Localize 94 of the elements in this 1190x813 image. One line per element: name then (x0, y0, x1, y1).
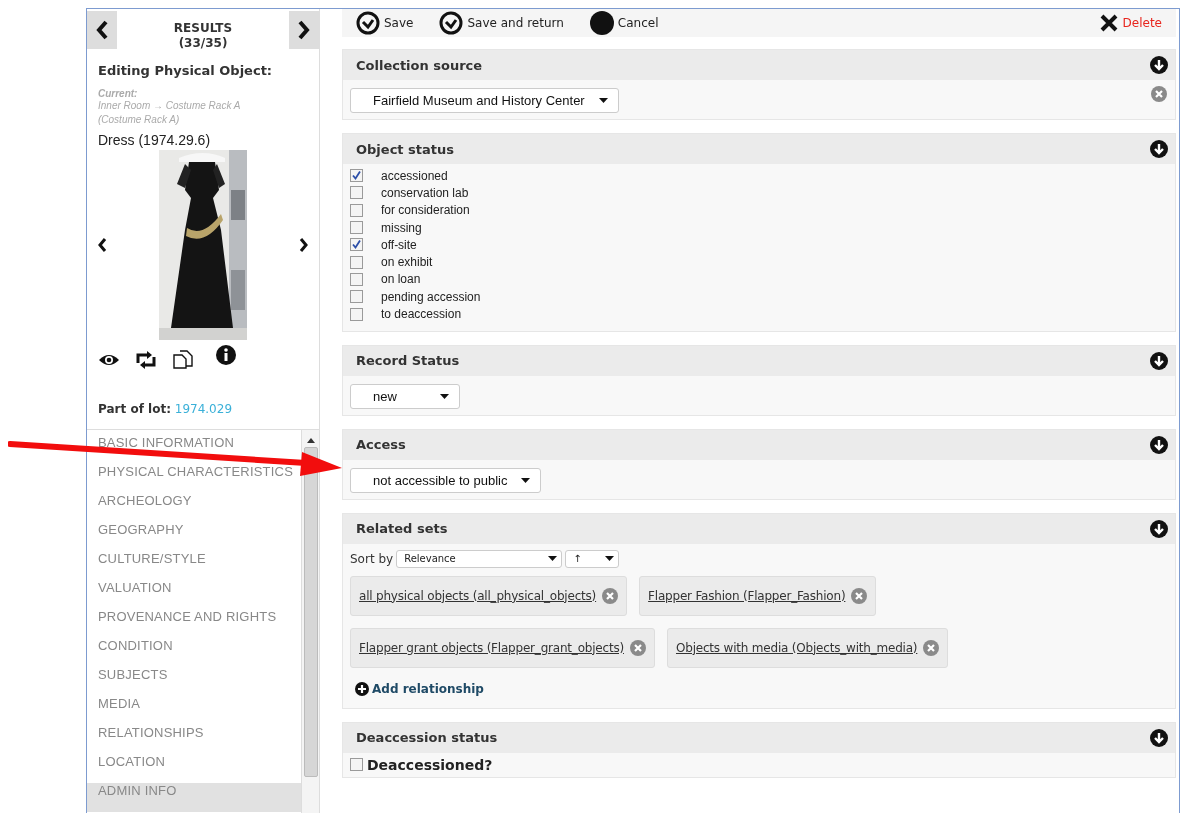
plus-circle-icon (355, 681, 369, 696)
option-label: for consideration (381, 203, 470, 218)
close-icon (1098, 13, 1119, 33)
remove-icon[interactable] (851, 587, 868, 604)
caret-icon (548, 556, 558, 562)
checkbox-label: Deaccessioned? (367, 756, 493, 773)
nav-item[interactable]: GEOGRAPHY (87, 522, 188, 551)
add-relationship-button[interactable]: Add relationship (355, 681, 484, 696)
nav-item[interactable]: VALUATION (87, 580, 176, 609)
caret-icon (440, 393, 449, 399)
checkbox[interactable] (350, 290, 363, 304)
set-link[interactable]: Flapper grant objects (Flapper_grant_objects) (359, 640, 624, 655)
caret-icon (598, 98, 608, 103)
chevron-left-icon[interactable] (98, 238, 107, 252)
cancel-button[interactable]: Cancel (589, 11, 659, 35)
nav-item[interactable]: ADMIN INFO (87, 783, 301, 812)
option-label: to deaccession (381, 307, 462, 321)
set-link[interactable]: Flapper Fashion (Flapper_Fashion) (648, 588, 846, 603)
chevron-right-icon (297, 20, 311, 40)
nav-item[interactable]: CULTURE/STYLE (87, 551, 210, 580)
expand-icon[interactable] (1150, 351, 1168, 370)
previous-button[interactable] (87, 11, 117, 49)
nav-item[interactable]: LOCATION (87, 754, 170, 783)
nav-item[interactable]: RELATIONSHIPS (87, 725, 208, 754)
copy-icon[interactable] (172, 350, 194, 370)
dropdown[interactable]: not accessible to public (350, 467, 542, 493)
current-label: Current: (98, 88, 139, 99)
checkbox[interactable] (350, 169, 363, 183)
delete-button[interactable]: Delete (1098, 13, 1162, 33)
check-circle-icon (439, 11, 464, 35)
check-circle-icon (356, 11, 380, 35)
nav-item[interactable]: ARCHEOLOGY (87, 493, 196, 522)
results-count: (33/35) (177, 36, 229, 51)
expand-icon[interactable] (1150, 56, 1168, 74)
option-label: on loan (381, 272, 421, 287)
remove-icon[interactable] (630, 639, 646, 656)
remove-icon[interactable] (602, 587, 619, 604)
order-dropdown[interactable]: ↑ (565, 549, 620, 568)
editing-heading: Editing Physical Object: (98, 63, 274, 78)
set-link[interactable]: all physical objects (all_physical_objects) (359, 588, 597, 603)
section-title: Related sets (356, 521, 448, 537)
checkbox[interactable] (350, 221, 363, 235)
caret-icon (521, 477, 531, 483)
section-title: Object status (356, 141, 454, 157)
results-title: RESULTS (172, 21, 234, 36)
expand-icon[interactable] (1150, 435, 1168, 454)
save-button[interactable]: Save (356, 11, 414, 35)
dropdown[interactable]: new (350, 383, 460, 409)
remove-icon[interactable] (1151, 86, 1167, 102)
checkbox[interactable] (350, 186, 363, 200)
repeat-icon[interactable] (134, 350, 158, 370)
save-button[interactable]: Save and return (439, 11, 564, 35)
object-title: Dress (1974.29.6) (98, 132, 212, 148)
nav-item[interactable]: SUBJECTS (87, 667, 172, 696)
section-title: Deaccession status (356, 730, 498, 746)
expand-icon[interactable] (1150, 728, 1168, 747)
option-label: accessioned (381, 168, 448, 183)
nav-item[interactable]: BASIC INFORMATION (87, 435, 239, 464)
nav-item[interactable]: PHYSICAL CHARACTERISTICS (87, 464, 298, 493)
checkbox[interactable] (350, 255, 363, 269)
option-label: conservation lab (381, 185, 469, 200)
remove-icon[interactable] (923, 639, 940, 656)
eye-icon[interactable] (98, 352, 120, 368)
chevron-right-icon[interactable] (299, 238, 308, 252)
nav-item[interactable]: PROVENANCE AND RIGHTS (87, 609, 281, 638)
set-link[interactable]: Objects with media (Objects_with_media) (676, 640, 918, 655)
checkbox[interactable] (350, 203, 363, 217)
scroll-up-icon (306, 438, 315, 443)
expand-icon[interactable] (1150, 140, 1168, 158)
section-title: Record Status (356, 353, 460, 369)
section-title: Collection source (356, 57, 483, 73)
nav-item[interactable]: MEDIA (87, 696, 145, 725)
dropdown[interactable]: Fairfield Museum and History Center (350, 88, 619, 113)
checkbox[interactable] (350, 238, 363, 252)
part-of-lot-text: Part of lot: 1974.029 (98, 402, 234, 416)
lot-link[interactable]: 1974.029 (174, 402, 233, 416)
option-label: on exhibit (381, 255, 433, 270)
checkbox[interactable] (350, 272, 363, 286)
next-button[interactable] (289, 11, 319, 49)
info-icon[interactable] (216, 345, 236, 365)
option-label: pending accession (381, 289, 481, 304)
checkbox[interactable] (350, 758, 363, 772)
sort-label: Sort by (350, 551, 394, 566)
current-location: Inner Room → Costume Rack A (Costume Rack A) (98, 99, 242, 127)
checkbox[interactable] (350, 307, 363, 321)
caret-icon (605, 556, 615, 562)
section-title: Access (356, 437, 406, 453)
scrollbar[interactable] (301, 430, 319, 813)
nav-item[interactable]: CONDITION (87, 638, 177, 667)
sort-dropdown[interactable]: Relevance (396, 549, 563, 568)
chevron-left-icon (95, 20, 109, 40)
option-label: missing (381, 220, 422, 235)
option-label: off-site (381, 237, 417, 252)
expand-icon[interactable] (1150, 519, 1168, 538)
